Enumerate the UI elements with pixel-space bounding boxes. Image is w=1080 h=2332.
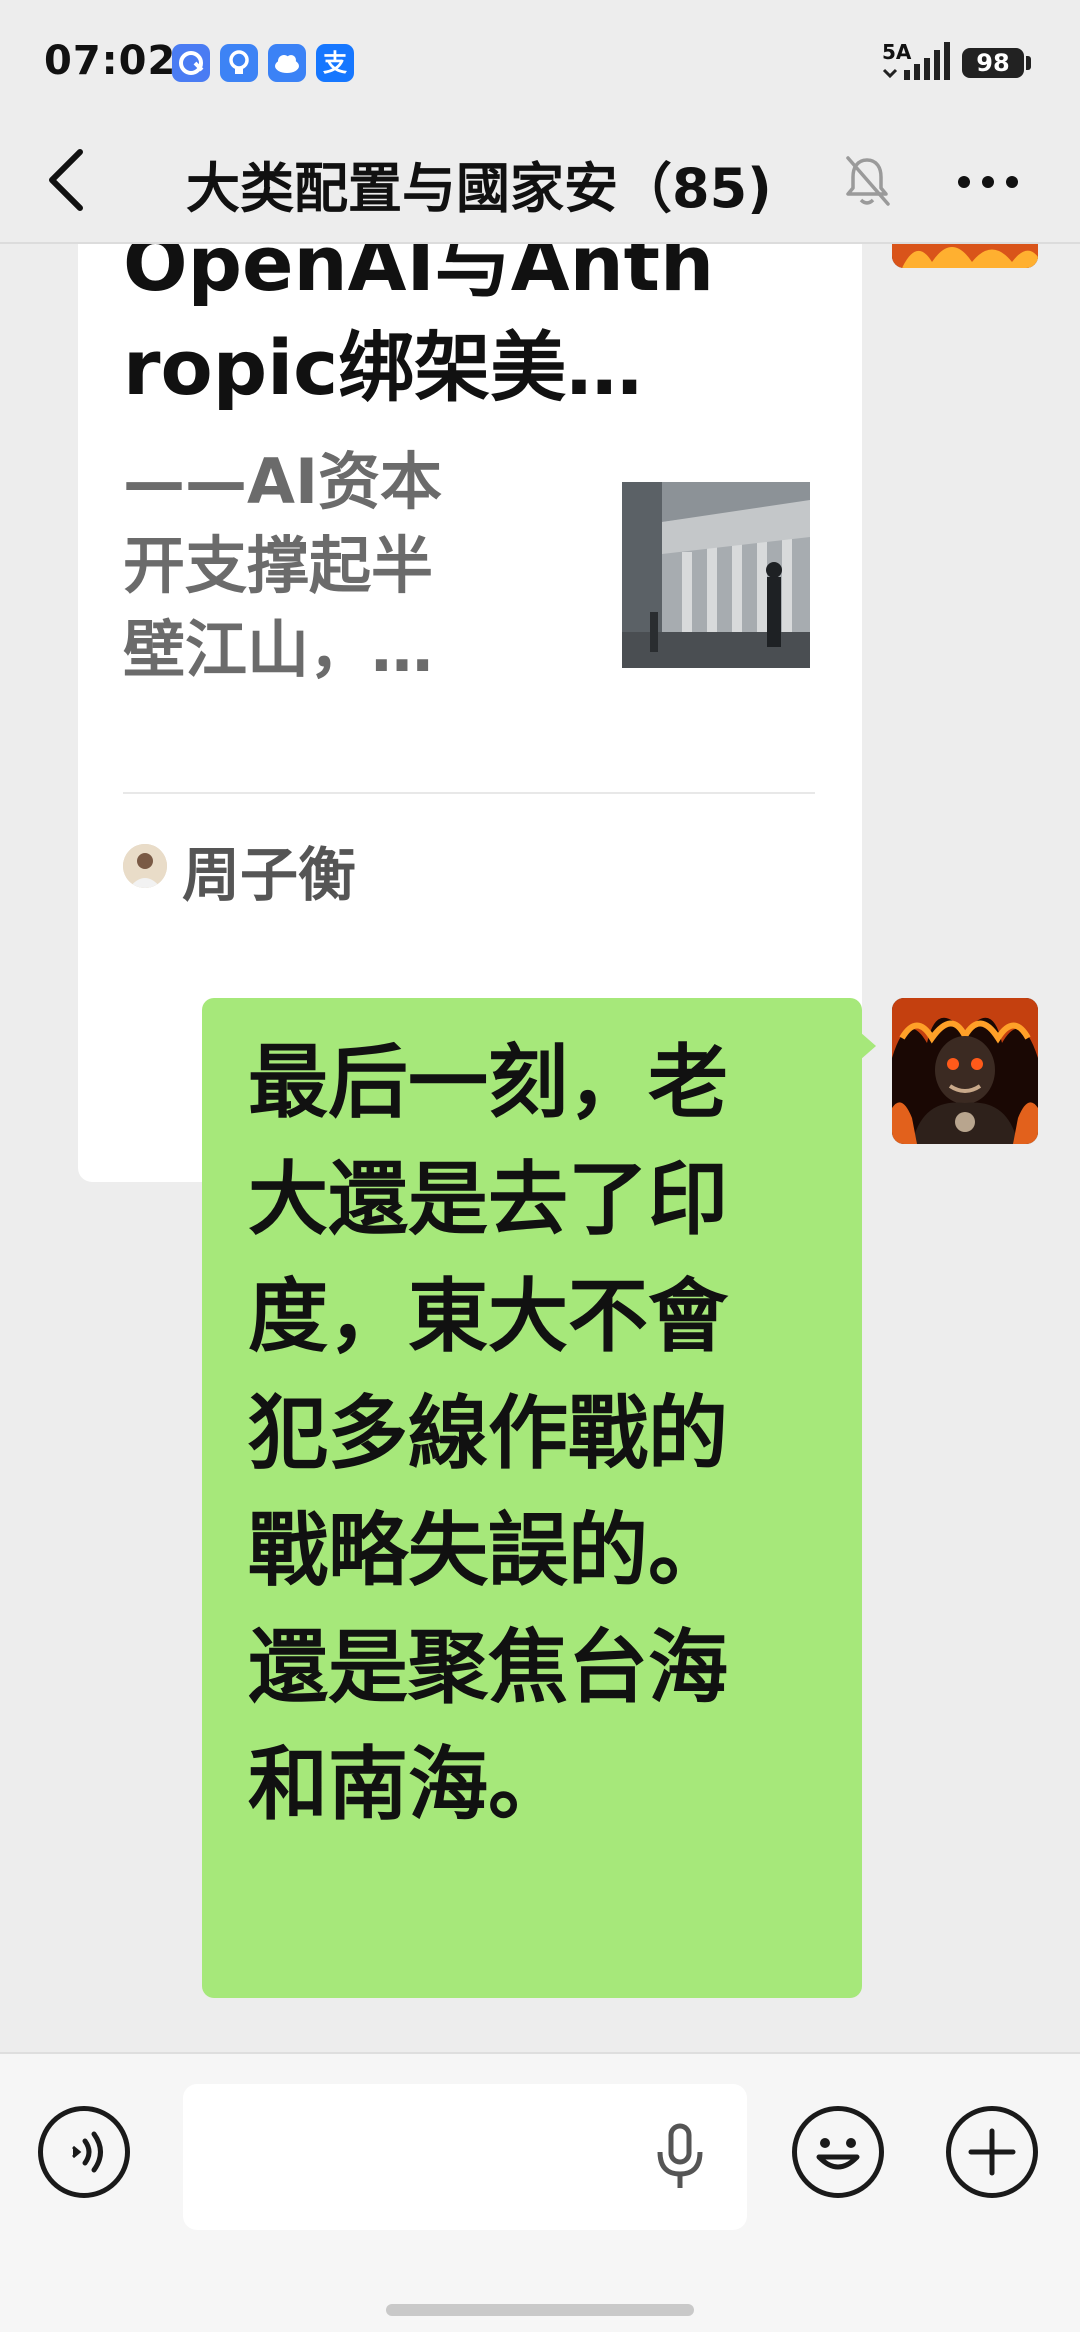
home-indicator[interactable] [386,2304,694,2316]
message-bubble[interactable]: 最后一刻，老 大還是去了印 度，東大不會 犯多線作戰的 戰略失誤的。 還是聚焦台… [202,998,862,1998]
article-summary-line: 壁江山，… [123,613,434,686]
sender-avatar[interactable] [892,242,1038,268]
status-bar: 07:02 支 5A 98 [0,0,1080,120]
plus-button[interactable] [946,2106,1038,2198]
emoji-button[interactable] [792,2106,884,2198]
back-button[interactable] [40,140,100,220]
plus-icon [968,2128,1016,2176]
message-line: 大還是去了印 [248,1153,728,1246]
battery-indicator: 98 [962,48,1024,78]
emoji-icon [816,2138,860,2170]
alipay-app-icon: 支 [316,44,354,82]
author-name: 周子衡 [182,841,357,909]
chat-message-list[interactable]: OpenAI与Anth ropic绑架美… ——AI资本 开支撑起半 壁江山，… [0,242,1080,2052]
chevron-left-icon [49,149,83,211]
article-summary-line: ——AI资本 [123,445,443,518]
voice-mode-icon [72,2131,103,2173]
browser-app-icon [172,44,210,82]
cloud-app-icon [268,44,306,82]
status-time: 07:02 [44,38,177,84]
chat-header: 大类配置与國家安（85) [0,120,1080,244]
message-line: 度，東大不會 [248,1270,728,1363]
message-line: 戰略失誤的。 [248,1504,728,1597]
voice-mode-button[interactable] [38,2106,130,2198]
message-line: 和南海。 [248,1738,568,1831]
microphone-icon[interactable] [650,2122,710,2192]
chat-title: 大类配置与國家安（85) [186,157,772,220]
article-title-line: ropic绑架美… [123,323,643,412]
article-summary-line: 开支撑起半 [123,529,434,602]
cellular-signal-icon: 5A [880,40,960,84]
input-bar [0,2052,1080,2332]
article-title-line: OpenAI与Anth [123,242,715,308]
message-line: 最后一刻，老 [248,1036,728,1129]
battery-nub [1026,56,1031,70]
my-avatar[interactable] [892,998,1038,1144]
message-line: 犯多線作戰的 [248,1387,728,1480]
bell-muted-icon [842,150,892,210]
bulb-app-icon [220,44,258,82]
card-divider [123,792,815,794]
article-summary: ——AI资本 开支撑起半 壁江山，… [123,440,543,692]
article-thumbnail [622,482,810,668]
more-options-button[interactable] [952,152,1024,212]
message-line: 還是聚焦台海 [248,1621,728,1714]
message-text: 最后一刻，老 大還是去了印 度，東大不會 犯多線作戰的 戰略失誤的。 還是聚焦台… [248,1024,828,1843]
author-avatar [123,844,167,888]
more-dots-icon [958,176,1018,188]
article-title: OpenAI与Anth ropic绑架美… [123,242,823,420]
message-bubble-tail [860,1032,876,1060]
